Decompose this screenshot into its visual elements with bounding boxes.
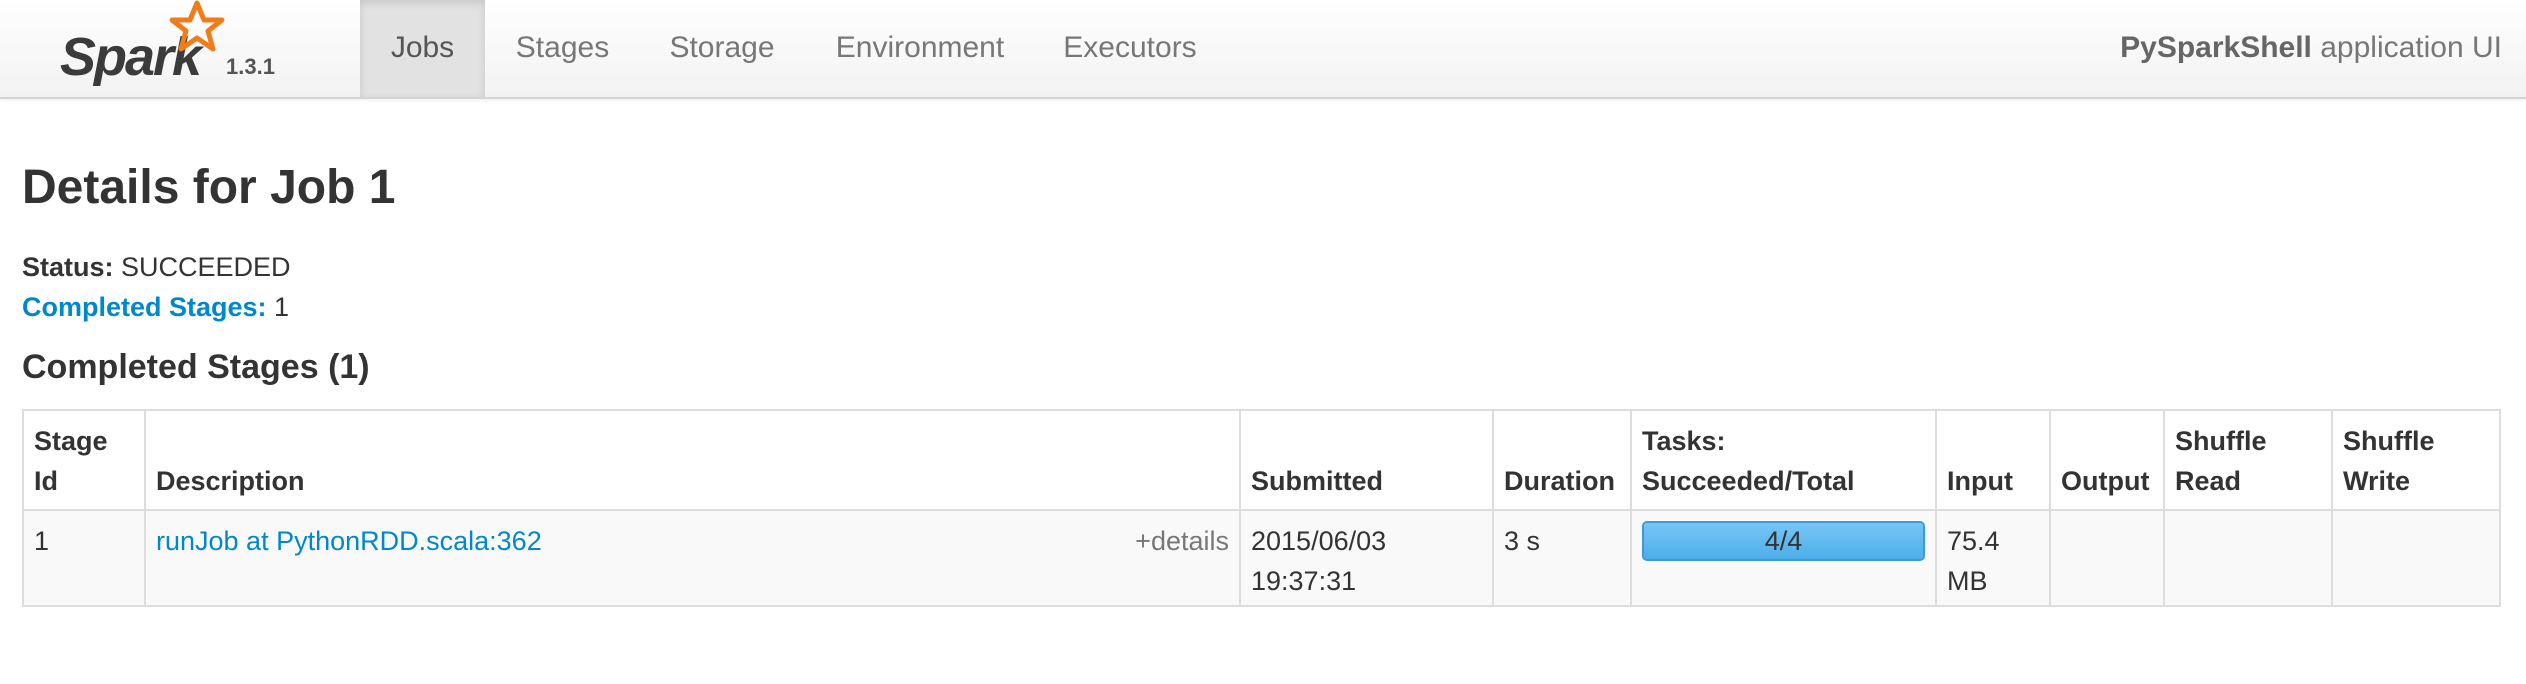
submitted-time: 19:37:31	[1251, 566, 1357, 596]
cell-output	[2049, 510, 2164, 606]
column-output[interactable]: Output	[2049, 410, 2164, 511]
column-shuffle-write[interactable]: Shuffle Write	[2331, 410, 2500, 511]
column-input[interactable]: Input	[1935, 410, 2050, 511]
tasks-progress-label: 4/4	[1764, 526, 1803, 556]
status-value: SUCCEEDED	[113, 252, 291, 282]
column-stage-id-line2: Id	[34, 466, 58, 496]
spark-logo[interactable]: Spark 1.3.1	[60, 0, 360, 97]
spark-version: 1.3.1	[226, 54, 275, 79]
cell-submitted: 2015/06/03 19:37:31	[1239, 510, 1493, 606]
column-tasks[interactable]: Tasks: Succeeded/Total	[1630, 410, 1936, 511]
column-stage-id[interactable]: Stage Id	[23, 410, 145, 511]
column-shuffle-read[interactable]: Shuffle Read	[2163, 410, 2332, 511]
app-name: PySparkShell	[2120, 31, 2312, 64]
column-duration[interactable]: Duration	[1492, 410, 1631, 511]
submitted-date: 2015/06/03	[1251, 526, 1387, 556]
cell-shuffle-write	[2331, 510, 2500, 606]
cell-stage-id: 1	[23, 510, 145, 606]
tab-jobs[interactable]: Jobs	[360, 0, 485, 97]
completed-stages-summary: Completed Stages: 1	[22, 292, 289, 323]
table-header-row: Stage Id Description Submitted Duration T…	[23, 410, 2500, 511]
top-navbar: Spark 1.3.1 Jobs Stages Storage Environm…	[0, 0, 2526, 99]
table-row: 1 runJob at PythonRDD.scala:362 +details…	[23, 510, 2500, 606]
details-toggle[interactable]: +details	[1135, 521, 1229, 561]
cell-description: runJob at PythonRDD.scala:362 +details	[144, 510, 1240, 606]
completed-stages-heading[interactable]: Completed Stages (1)	[22, 348, 370, 387]
status-label: Status:	[22, 252, 114, 282]
cell-input: 75.4 MB	[1935, 510, 2050, 606]
column-shuffle-read-line2: Read	[2175, 466, 2242, 496]
tab-executors[interactable]: Executors	[1052, 0, 1208, 97]
cell-shuffle-read	[2163, 510, 2332, 606]
completed-stages-link[interactable]: Completed Stages:	[22, 292, 267, 322]
column-shuffle-write-line1: Shuffle	[2343, 426, 2435, 456]
column-stage-id-line1: Stage	[34, 426, 108, 456]
input-value: 75.4	[1947, 526, 2000, 556]
input-unit: MB	[1947, 566, 1988, 596]
page-title: Details for Job 1	[22, 161, 396, 214]
cell-tasks: 4/4	[1630, 510, 1936, 606]
spark-star-icon	[169, 0, 225, 52]
app-title-suffix: application UI	[2311, 31, 2502, 64]
completed-stages-table: Stage Id Description Submitted Duration T…	[22, 409, 2501, 607]
tasks-progress-bar: 4/4	[1642, 521, 1925, 561]
column-tasks-line2: Succeeded/Total	[1642, 466, 1855, 496]
column-description[interactable]: Description	[144, 410, 1240, 511]
tab-storage[interactable]: Storage	[652, 0, 792, 97]
job-status: Status: SUCCEEDED	[22, 252, 291, 283]
tab-stages[interactable]: Stages	[495, 0, 630, 97]
column-shuffle-read-line1: Shuffle	[2175, 426, 2267, 456]
completed-stages-count: 1	[266, 292, 290, 322]
app-title: PySparkShell application UI	[2120, 0, 2502, 97]
stage-description-link[interactable]: runJob at PythonRDD.scala:362	[156, 526, 542, 556]
column-shuffle-write-line2: Write	[2343, 466, 2411, 496]
cell-duration: 3 s	[1492, 510, 1631, 606]
column-tasks-line1: Tasks:	[1642, 426, 1726, 456]
column-submitted[interactable]: Submitted	[1239, 410, 1493, 511]
tab-environment[interactable]: Environment	[820, 0, 1020, 97]
